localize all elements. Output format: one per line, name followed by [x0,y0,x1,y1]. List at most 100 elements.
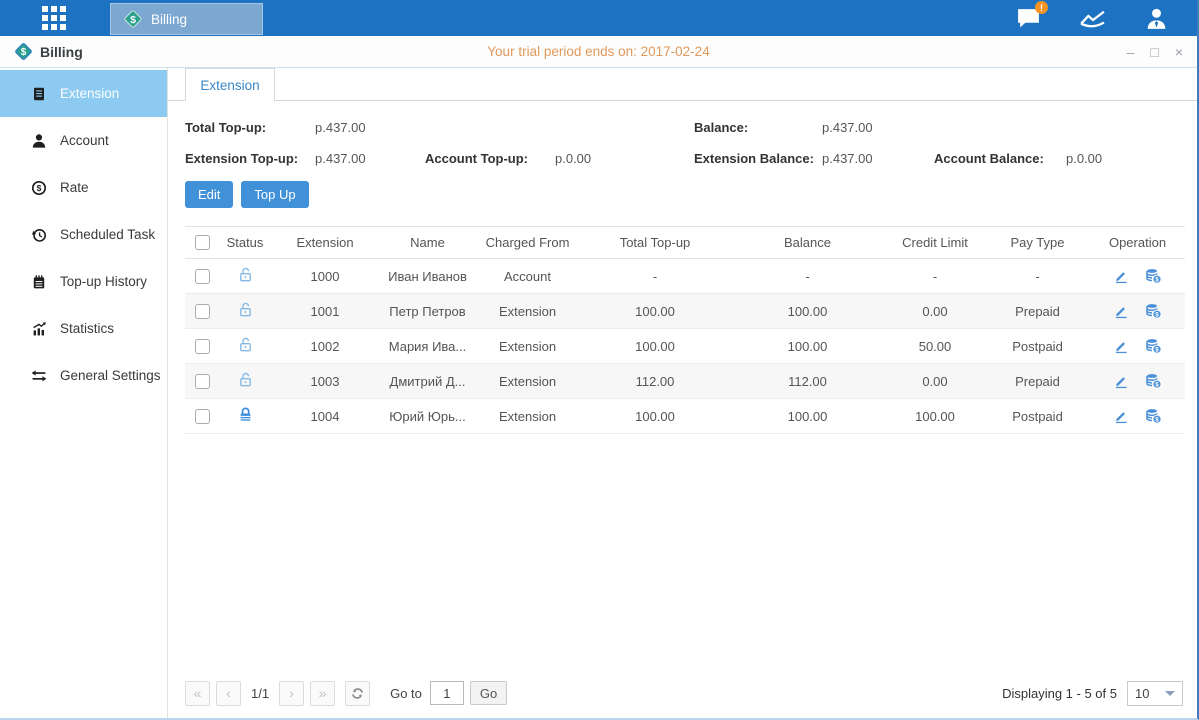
row-checkbox[interactable] [195,374,210,389]
tab-strip: Extension [168,68,1197,101]
extensions-table: Status Extension Name Charged From Total… [185,226,1185,434]
reports-button[interactable] [1079,7,1106,29]
svg-text:$: $ [1155,311,1159,318]
total-topup-cell: 100.00 [580,339,730,354]
edit-pencil-icon[interactable] [1113,373,1129,389]
user-account-button[interactable] [1144,7,1169,30]
sidebar-item-label: Scheduled Task [60,227,155,242]
first-page-button[interactable]: « [185,681,210,706]
close-button[interactable]: × [1175,45,1183,59]
charged-from-cell: Extension [475,374,580,389]
col-charged-from: Charged From [475,235,580,250]
edit-pencil-icon[interactable] [1113,408,1129,424]
account-topup-label: Account Top-up: [425,151,555,166]
charged-from-cell: Account [475,269,580,284]
name-cell: Юрий Юрь... [380,409,475,424]
window-title-bar: $ Billing Your trial period ends on: 201… [0,36,1197,68]
row-checkbox[interactable] [195,269,210,284]
tab-extension[interactable]: Extension [185,68,275,101]
status-icon-cell [220,371,270,391]
top-up-coins-icon[interactable]: $ [1145,303,1162,319]
notifications-button[interactable]: ! [1016,7,1041,29]
extension-topup-value: p.437.00 [315,151,425,166]
table-row: 1000Иван ИвановAccount----$ [185,259,1185,294]
credit-limit-cell: - [885,269,985,284]
col-status: Status [220,235,270,250]
extension-cell: 1001 [270,304,380,319]
account-balance-value: p.0.00 [1066,151,1183,166]
account-balance-label: Account Balance: [934,151,1066,166]
top-up-coins-icon[interactable]: $ [1145,373,1162,389]
status-icon-cell [220,336,270,356]
balance-value: p.437.00 [822,120,934,135]
balance-cell: 100.00 [730,304,885,319]
row-checkbox[interactable] [195,409,210,424]
next-page-button[interactable]: › [279,681,304,706]
credit-limit-cell: 100.00 [885,409,985,424]
ledger-icon [31,86,47,102]
total-topup-value: p.437.00 [315,120,425,135]
edit-pencil-icon[interactable] [1113,268,1129,284]
refresh-button[interactable] [345,681,370,706]
table-row: 1001Петр ПетровExtension100.00100.000.00… [185,294,1185,329]
top-up-coins-icon[interactable]: $ [1145,338,1162,354]
extension-cell: 1002 [270,339,380,354]
top-bar: $ Billing ! [0,0,1197,36]
sidebar-item-general-settings[interactable]: General Settings [0,352,167,399]
prev-page-button[interactable]: ‹ [216,681,241,706]
window-title: Billing [40,44,83,60]
row-checkbox[interactable] [195,339,210,354]
table-row: 1004Юрий Юрь...Extension100.00100.00100.… [185,399,1185,434]
select-all-checkbox[interactable] [195,235,210,250]
sidebar-item-account[interactable]: Account [0,117,167,164]
extension-balance-value: p.437.00 [822,151,934,166]
svg-text:$: $ [1155,381,1159,388]
unlocked-padlock-icon [237,371,254,388]
extension-cell: 1000 [270,269,380,284]
clock-history-icon [31,227,47,243]
total-topup-cell: 100.00 [580,409,730,424]
sidebar-item-topup-history[interactable]: Top-up History [0,258,167,305]
sidebar-item-statistics[interactable]: Statistics [0,305,167,352]
billing-app-tab[interactable]: $ Billing [110,3,263,35]
goto-page-input[interactable] [430,681,464,705]
balance-cell: 100.00 [730,409,885,424]
col-credit-limit: Credit Limit [885,235,985,250]
page-size-select[interactable]: 10 [1127,681,1183,706]
pay-type-cell: Prepaid [985,374,1090,389]
sidebar: Extension Account $ Rate [0,68,168,718]
unlocked-padlock-icon [237,336,254,353]
last-page-button[interactable]: » [310,681,335,706]
person-icon [31,133,47,149]
edit-button[interactable]: Edit [185,181,233,208]
app-launcher-button[interactable] [26,0,82,36]
status-icon-cell [220,301,270,321]
svg-text:$: $ [1155,416,1159,423]
edit-pencil-icon[interactable] [1113,303,1129,319]
credit-limit-cell: 0.00 [885,374,985,389]
status-icon-cell [220,406,270,426]
name-cell: Иван Иванов [380,269,475,284]
top-up-coins-icon[interactable]: $ [1145,268,1162,284]
balance-label: Balance: [694,120,822,135]
pay-type-cell: Postpaid [985,339,1090,354]
sidebar-item-scheduled-task[interactable]: Scheduled Task [0,211,167,258]
charged-from-cell: Extension [475,409,580,424]
top-up-button[interactable]: Top Up [241,181,308,208]
total-topup-cell: 100.00 [580,304,730,319]
top-up-coins-icon[interactable]: $ [1145,408,1162,424]
charged-from-cell: Extension [475,304,580,319]
edit-pencil-icon[interactable] [1113,338,1129,354]
sidebar-item-rate[interactable]: $ Rate [0,164,167,211]
go-button[interactable]: Go [470,681,507,705]
minimize-button[interactable]: – [1127,45,1135,59]
sidebar-item-label: Rate [60,180,89,195]
sidebar-item-extension[interactable]: Extension [0,70,167,117]
app-window: $ Billing ! [0,0,1199,720]
row-checkbox[interactable] [195,304,210,319]
col-extension: Extension [270,235,380,250]
maximize-button[interactable]: □ [1150,45,1158,59]
name-cell: Мария Ива... [380,339,475,354]
stats-icon [31,321,47,337]
notepad-icon [31,274,47,290]
